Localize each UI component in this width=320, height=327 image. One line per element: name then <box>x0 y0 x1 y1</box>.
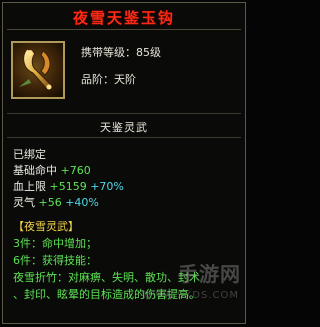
item-title: 夜雪天鉴玉钩 <box>72 9 175 27</box>
item-tooltip: 夜雪天鉴玉钩 携带等级：85级 品阶：天阶 天鉴灵武 已绑定 基础命中 +760 <box>2 2 246 324</box>
stat-bonus: +70% <box>90 180 124 193</box>
title-divider <box>7 29 241 30</box>
bound-status: 已绑定 <box>13 148 46 161</box>
stat-hp: 血上限 +5159 +70% <box>13 178 124 194</box>
stat-spirit: 灵气 +56 +40% <box>13 194 99 210</box>
set-bonus-6: 6件：获得技能： <box>13 254 97 267</box>
stat-base-hit: 基础命中 +760 <box>13 162 91 178</box>
set-name: 【夜雪灵武】 <box>13 220 79 233</box>
stat-bonus: +40% <box>65 196 99 209</box>
set-skill-line-1: 夜雪折竹：对麻痹、失明、散功、封术 <box>13 271 200 284</box>
item-subname: 天鉴灵武 <box>100 121 148 134</box>
section-divider <box>7 113 241 114</box>
quality-rank: 品阶：天阶 <box>81 73 136 86</box>
watermark: 手游网 <box>178 262 241 286</box>
stat-label: 灵气 <box>13 196 35 209</box>
carry-level: 携带等级：85级 <box>81 46 161 59</box>
stat-label: 血上限 <box>13 180 46 193</box>
item-icon <box>11 41 65 99</box>
set-bonus-3: 3件：命中增加； <box>13 237 97 250</box>
stat-value: +760 <box>60 164 91 177</box>
watermark-url: WWW.SXDS.COM <box>141 290 239 301</box>
stat-value: +5159 <box>49 180 87 193</box>
stat-label: 基础命中 <box>13 164 57 177</box>
jade-hook-icon <box>19 48 52 90</box>
stat-value: +56 <box>38 196 62 209</box>
